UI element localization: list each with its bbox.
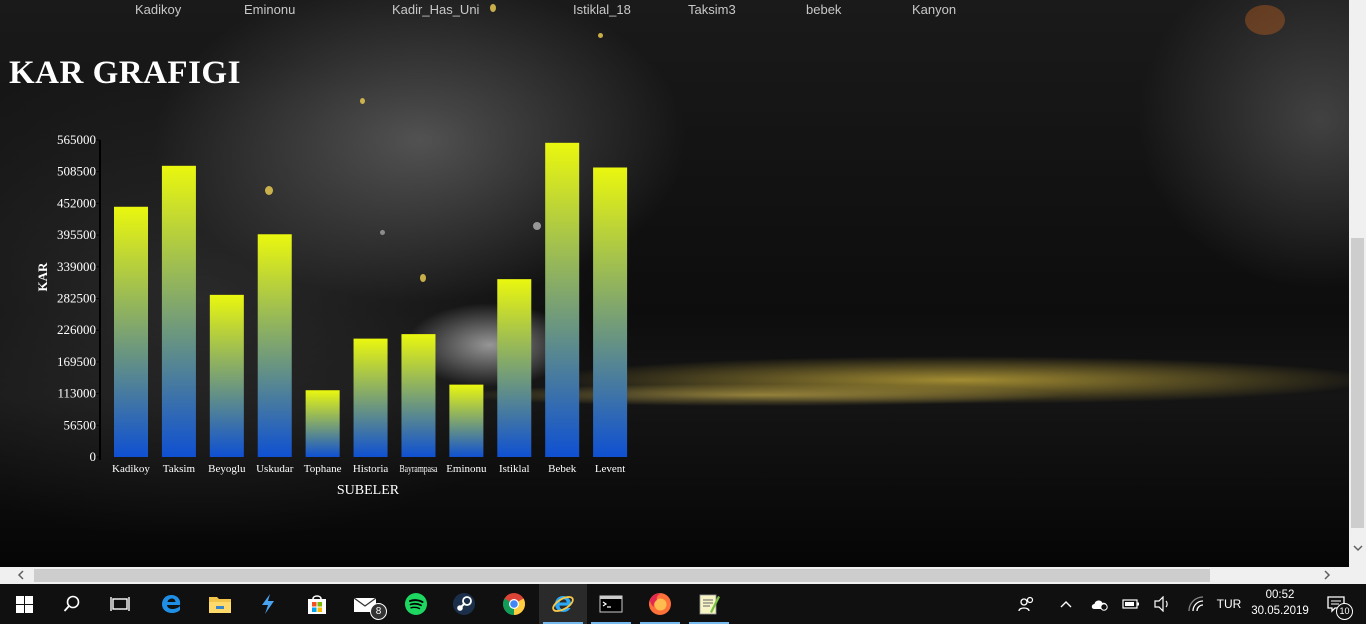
nav-link[interactable]: Kadir_Has_Uni xyxy=(392,2,479,17)
start-icon[interactable] xyxy=(0,584,48,624)
y-axis-label: KAR xyxy=(35,262,50,292)
notification-center-icon[interactable]: 10 xyxy=(1318,584,1356,624)
wifi-icon[interactable] xyxy=(1184,584,1208,624)
scroll-left-arrow-icon[interactable] xyxy=(12,567,29,584)
bar-historia xyxy=(353,338,388,457)
notepad-icon[interactable] xyxy=(685,584,733,624)
chevron-up-icon[interactable] xyxy=(1054,584,1078,624)
x-tick-label: Istiklal xyxy=(499,463,530,475)
onedrive-sync-icon[interactable] xyxy=(1087,584,1113,624)
y-tick-label: 113000 xyxy=(57,386,96,401)
nav-link[interactable]: Istiklal_18 xyxy=(573,2,631,17)
bar-bebek xyxy=(545,142,580,458)
bar-beyoglu xyxy=(209,294,244,457)
x-tick-label: Taksim xyxy=(163,463,196,475)
page-title: KAR GRAFIGI xyxy=(9,55,241,91)
notification-badge: 10 xyxy=(1336,603,1353,620)
bar-taksim xyxy=(161,165,196,458)
bar-levent xyxy=(593,167,628,457)
vertical-scrollbar[interactable] xyxy=(1349,0,1366,567)
x-tick-label: Kadikoy xyxy=(112,463,150,475)
scrollbar-corner xyxy=(1349,567,1366,584)
bokeh-spark xyxy=(360,98,365,104)
x-tick-label: Levent xyxy=(595,463,626,475)
task-view-icon[interactable] xyxy=(96,584,144,624)
firefox-icon[interactable] xyxy=(636,584,684,624)
x-tick-label: Uskudar xyxy=(256,463,294,475)
edge-icon[interactable] xyxy=(147,584,195,624)
bar-bayrampasa xyxy=(401,334,436,457)
internet-explorer-icon[interactable] xyxy=(539,584,587,624)
vertical-scrollbar-thumb[interactable] xyxy=(1351,238,1364,528)
bar-kadikoy xyxy=(114,206,149,457)
chrome-icon[interactable] xyxy=(490,584,538,624)
nav-link[interactable]: Kadikoy xyxy=(135,2,181,17)
x-tick-label: Beyoglu xyxy=(208,463,246,475)
horizontal-scrollbar[interactable] xyxy=(0,567,1349,584)
bars xyxy=(114,142,628,458)
profit-bar-chart: 0 56500 113000 169500 226000 282500 339000 3955… xyxy=(35,132,628,498)
nav-link[interactable]: Kanyon xyxy=(912,2,956,17)
y-tick-label: 565000 xyxy=(57,132,96,147)
store-icon[interactable] xyxy=(293,584,341,624)
mail-badge: 8 xyxy=(370,603,387,620)
y-tick-label: 56500 xyxy=(64,417,97,432)
bar-istiklal xyxy=(497,279,532,457)
y-tick-label: 169500 xyxy=(57,354,96,369)
nav-link[interactable]: Eminonu xyxy=(244,2,295,17)
file-explorer-icon[interactable] xyxy=(196,584,244,624)
clock[interactable]: 00:52 30.05.2019 xyxy=(1248,587,1312,619)
x-tick-label: Bebek xyxy=(548,463,577,475)
nav-link[interactable]: bebek xyxy=(806,2,841,17)
spotify-icon[interactable] xyxy=(392,584,440,624)
y-tick-label: 282500 xyxy=(57,291,96,306)
x-tick-label: Tophane xyxy=(304,463,342,475)
scroll-down-arrow-icon[interactable] xyxy=(1349,543,1366,559)
language-indicator[interactable]: TUR xyxy=(1214,584,1244,624)
bokeh-spark xyxy=(598,33,603,38)
clock-time: 00:52 xyxy=(1265,589,1295,601)
top-nav-links: Kadikoy Eminonu Kadir_Has_Uni Istiklal_1… xyxy=(0,0,1349,20)
bar-tophane xyxy=(305,390,340,457)
y-tick-label: 339000 xyxy=(57,259,96,274)
x-axis: Kadikoy Taksim Beyoglu Uskudar Tophane Histor… xyxy=(112,463,625,475)
terminal-icon[interactable] xyxy=(587,584,635,624)
steam-icon[interactable] xyxy=(440,584,488,624)
scroll-right-arrow-icon[interactable] xyxy=(1318,567,1335,584)
volume-icon[interactable] xyxy=(1150,584,1174,624)
bar-uskudar xyxy=(257,234,292,457)
nav-link[interactable]: Taksim3 xyxy=(688,2,736,17)
mail-icon[interactable]: 8 xyxy=(342,584,390,624)
windows-taskbar: 8 TUR 00:52 30.05.2019 10 xyxy=(0,584,1366,624)
y-axis: 0 56500 113000 169500 226000 282500 339000 3955… xyxy=(57,132,101,464)
x-tick-label: Eminonu xyxy=(446,463,487,475)
horizontal-scrollbar-thumb[interactable] xyxy=(34,569,1210,582)
x-axis-label: SUBELER xyxy=(337,483,400,498)
bar-eminonu xyxy=(449,384,484,457)
y-tick-label: 226000 xyxy=(57,322,96,337)
visual-studio-icon[interactable] xyxy=(244,584,292,624)
browser-viewport: Kadikoy Eminonu Kadir_Has_Uni Istiklal_1… xyxy=(0,0,1349,567)
x-tick-label: Bayrampasa xyxy=(399,463,437,475)
people-icon[interactable] xyxy=(1013,584,1041,624)
y-tick-label: 395500 xyxy=(57,227,96,242)
y-tick-label: 452000 xyxy=(57,195,96,210)
y-tick-label: 508500 xyxy=(57,164,96,179)
search-icon[interactable] xyxy=(48,584,96,624)
battery-icon[interactable] xyxy=(1119,584,1143,624)
y-tick-label: 0 xyxy=(90,449,97,464)
clock-date: 30.05.2019 xyxy=(1251,605,1309,617)
x-tick-label: Historia xyxy=(353,463,389,475)
